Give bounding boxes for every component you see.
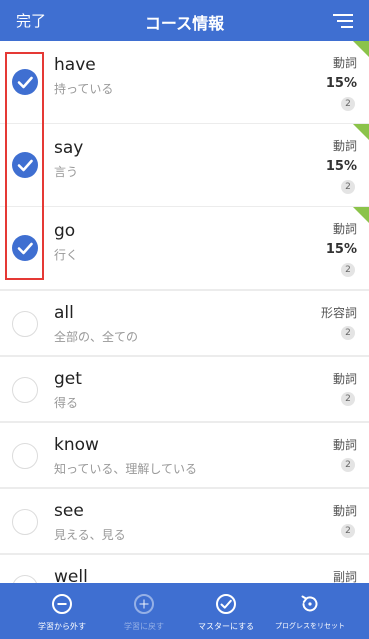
- checkbox-unchecked[interactable]: [12, 443, 38, 469]
- count-badge: 2: [341, 458, 355, 472]
- mark-mastered-button[interactable]: マスターにする: [182, 583, 270, 639]
- checkbox-checked[interactable]: [12, 235, 38, 261]
- check-icon: [17, 242, 33, 255]
- count-badge: 2: [341, 180, 355, 194]
- part-of-speech: 形容詞: [320, 306, 357, 320]
- word-text: say: [54, 138, 84, 158]
- bottom-action-bar: 学習から外す 学習に戻す マスターにする プログレスをリセット: [0, 583, 369, 639]
- minus-circle-icon: [51, 593, 73, 615]
- word-row[interactable]: get 得る 動詞 2: [0, 357, 369, 421]
- reset-icon: [299, 593, 321, 615]
- part-of-speech: 動詞: [332, 438, 357, 452]
- word-list[interactable]: have 持っている 動詞 15% 2 say 言う 動詞 15% 2 go 行…: [0, 41, 369, 583]
- reset-progress-button[interactable]: プログレスをリセット: [266, 583, 354, 639]
- word-row[interactable]: well 副詞: [0, 555, 369, 583]
- checkbox-unchecked[interactable]: [12, 377, 38, 403]
- checkbox-checked[interactable]: [12, 69, 38, 95]
- checkbox-unchecked[interactable]: [12, 509, 38, 535]
- page-title: コース情報: [144, 14, 225, 33]
- word-meaning: 見える、見る: [54, 528, 126, 542]
- top-bar: 完了 コース情報: [0, 0, 369, 41]
- word-text: well: [54, 567, 88, 583]
- part-of-speech: 動詞: [332, 139, 357, 153]
- word-text: know: [54, 435, 99, 455]
- action-label: マスターにする: [197, 622, 255, 631]
- word-meaning: 知っている、理解している: [54, 462, 198, 476]
- word-text: get: [54, 369, 82, 389]
- word-meaning: 行く: [54, 248, 79, 262]
- action-label: 学習から外す: [38, 622, 86, 631]
- word-text: see: [54, 501, 84, 521]
- part-of-speech: 動詞: [332, 222, 357, 236]
- checkbox-unchecked[interactable]: [12, 311, 38, 337]
- word-meaning: 得る: [54, 396, 79, 410]
- check-circle-icon: [215, 593, 237, 615]
- part-of-speech: 動詞: [332, 56, 357, 70]
- word-meaning: 言う: [54, 165, 79, 179]
- word-text: go: [54, 221, 76, 241]
- sort-icon[interactable]: [333, 13, 353, 29]
- word-row[interactable]: all 全部の、全ての 形容詞 2: [0, 291, 369, 355]
- count-badge: 2: [341, 326, 355, 340]
- action-label: 学習に戻す: [124, 622, 164, 631]
- checkbox-checked[interactable]: [12, 152, 38, 178]
- progress-percent: 15%: [325, 76, 357, 91]
- checkbox-unchecked[interactable]: [12, 575, 38, 583]
- part-of-speech: 副詞: [332, 570, 357, 583]
- word-row[interactable]: know 知っている、理解している 動詞 2: [0, 423, 369, 487]
- remove-from-study-button[interactable]: 学習から外す: [14, 583, 110, 639]
- check-icon: [17, 159, 33, 172]
- word-meaning: 持っている: [54, 82, 114, 96]
- return-to-study-button[interactable]: 学習に戻す: [100, 583, 188, 639]
- word-row[interactable]: have 持っている 動詞 15% 2: [0, 41, 369, 123]
- progress-percent: 15%: [325, 242, 357, 257]
- part-of-speech: 動詞: [332, 372, 357, 386]
- count-badge: 2: [341, 97, 355, 111]
- plus-circle-icon: [133, 593, 155, 615]
- count-badge: 2: [341, 263, 355, 277]
- check-icon: [17, 76, 33, 89]
- word-text: have: [54, 55, 96, 75]
- count-badge: 2: [341, 392, 355, 406]
- part-of-speech: 動詞: [332, 504, 357, 518]
- word-row[interactable]: say 言う 動詞 15% 2: [0, 124, 369, 206]
- count-badge: 2: [341, 524, 355, 538]
- word-text: all: [54, 303, 74, 323]
- word-row[interactable]: see 見える、見る 動詞 2: [0, 489, 369, 553]
- action-label: プログレスをリセット: [275, 622, 345, 630]
- word-meaning: 全部の、全ての: [54, 330, 139, 344]
- progress-percent: 15%: [325, 159, 357, 174]
- word-row[interactable]: go 行く 動詞 15% 2: [0, 207, 369, 289]
